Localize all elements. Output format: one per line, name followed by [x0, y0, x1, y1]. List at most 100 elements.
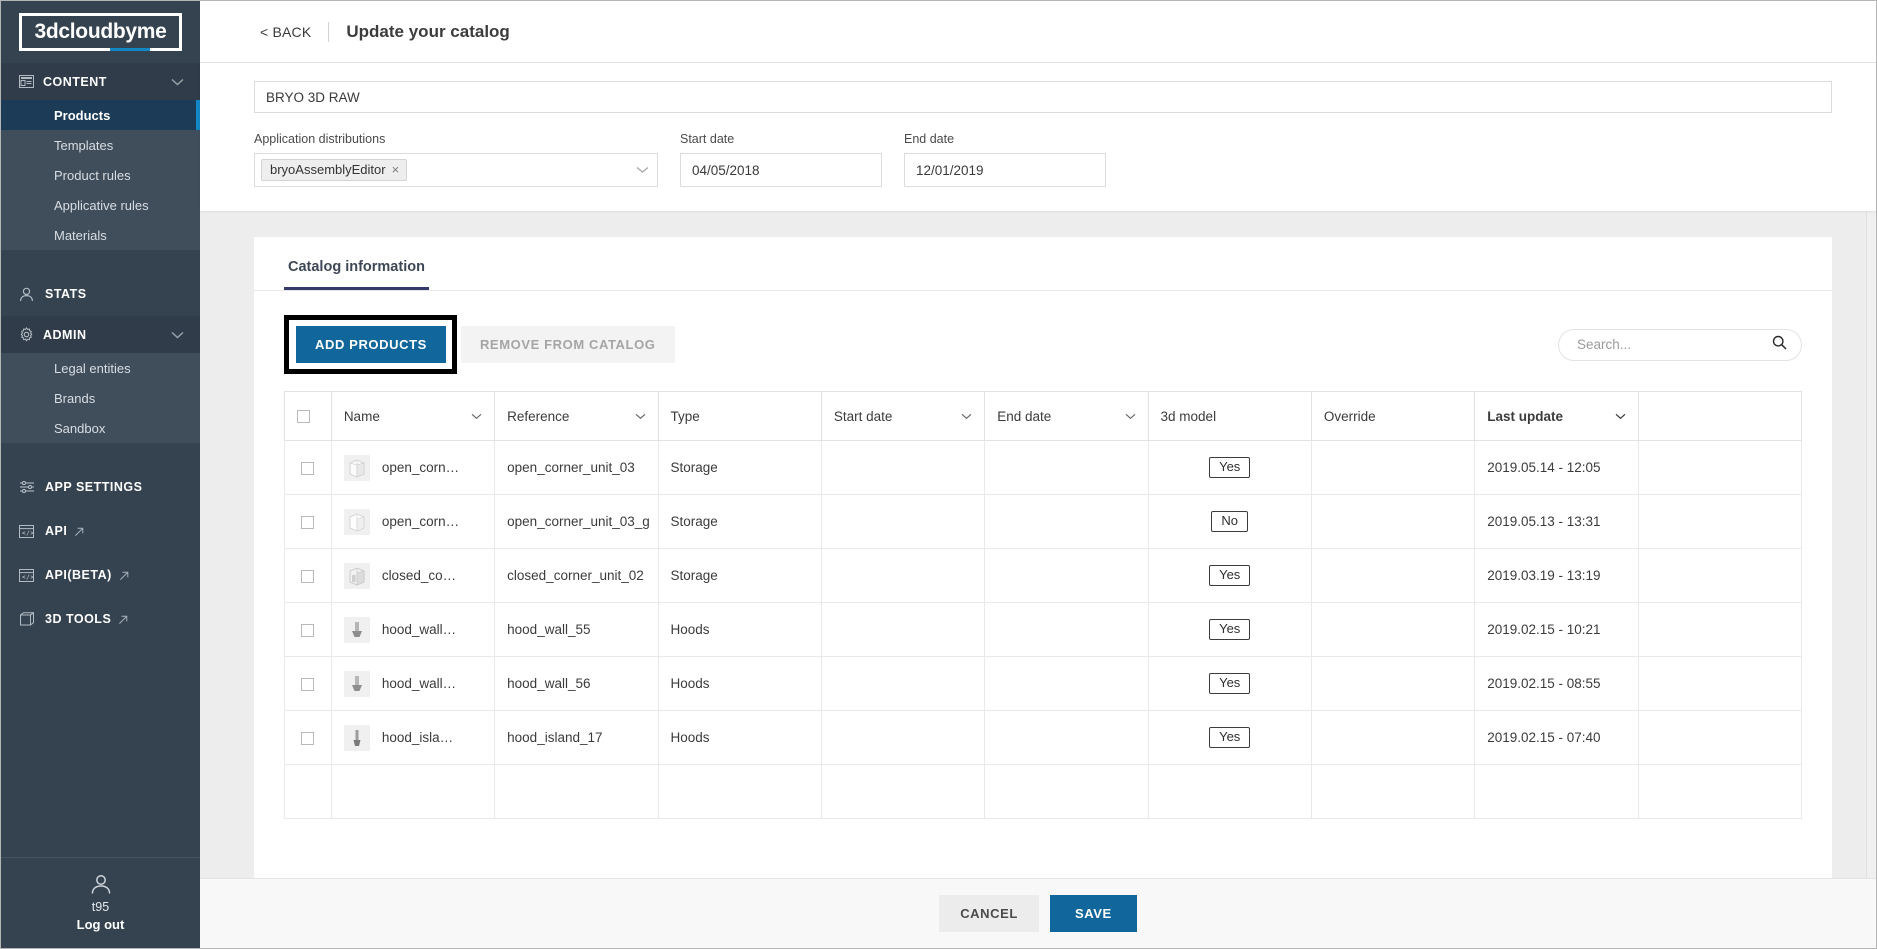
row-select-cell[interactable] — [284, 602, 332, 657]
cell-override — [1310, 602, 1476, 657]
chevron-down-icon[interactable] — [171, 78, 184, 86]
cell-actions — [1637, 602, 1803, 657]
row-checkbox[interactable] — [301, 623, 315, 637]
external-link-icon — [119, 570, 129, 581]
cell-last-update: 2019.05.13 - 13:31 — [1474, 494, 1639, 549]
chevron-down-icon[interactable] — [171, 331, 184, 339]
chevron-down-icon[interactable] — [635, 413, 646, 420]
search-icon[interactable] — [1772, 335, 1787, 355]
person-icon — [19, 287, 45, 302]
product-name: hood_wall… — [381, 676, 457, 691]
sidebar-item-brands[interactable]: Brands — [1, 383, 200, 413]
table-row[interactable]: open_corn… open_corner_unit_03_g Storage… — [284, 494, 1803, 549]
remove-from-catalog-button[interactable]: REMOVE FROM CATALOG — [460, 326, 675, 363]
sidebar-section-admin[interactable]: ADMIN — [1, 316, 200, 353]
sidebar-section-content[interactable]: CONTENT — [1, 63, 200, 100]
chevron-down-icon[interactable] — [1615, 413, 1626, 420]
row-select-cell[interactable] — [284, 656, 332, 711]
sidebar-filler — [1, 641, 200, 857]
column-header-end-date[interactable]: End date — [984, 391, 1149, 441]
catalog-form: Application distributions bryoAssemblyEd… — [200, 63, 1876, 211]
sidebar-item-stats[interactable]: STATS — [1, 272, 200, 316]
application-distributions-select[interactable]: bryoAssemblyEditor × — [254, 153, 658, 187]
sidebar-item-api-beta[interactable]: </> API(BETA) — [1, 553, 200, 597]
sidebar-item-api-label: API — [45, 524, 68, 538]
add-products-button[interactable]: ADD PRODUCTS — [296, 326, 446, 363]
sidebar-item-api-beta-label: API(BETA) — [45, 568, 112, 582]
row-checkbox[interactable] — [301, 515, 315, 529]
column-header-reference[interactable]: Reference — [494, 391, 659, 441]
row-select-cell[interactable] — [284, 494, 332, 549]
products-table-container[interactable]: Name Reference Type Start date End date … — [254, 391, 1832, 878]
chevron-down-icon[interactable] — [961, 413, 972, 420]
column-header-3d-model[interactable]: 3d model — [1147, 391, 1312, 441]
end-date-label: End date — [904, 132, 955, 146]
chevron-down-icon[interactable] — [636, 166, 649, 174]
column-header-name[interactable]: Name — [330, 391, 496, 441]
start-date-input[interactable] — [680, 153, 882, 187]
row-select-cell[interactable] — [284, 710, 332, 765]
column-header-type[interactable]: Type — [657, 391, 822, 441]
row-checkbox[interactable] — [301, 731, 315, 745]
hood-thumb — [343, 616, 370, 643]
column-header-override[interactable]: Override — [1310, 391, 1476, 441]
logout-button[interactable]: Log out — [1, 917, 200, 932]
sidebar-item-product-rules[interactable]: Product rules — [1, 160, 200, 190]
search-input[interactable] — [1577, 337, 1772, 352]
page-title: Update your catalog — [346, 21, 510, 41]
chip-bryoassemblyeditor[interactable]: bryoAssemblyEditor × — [261, 159, 408, 181]
sidebar: 3dcloudbyme CONTENT Products Templates P… — [1, 1, 200, 948]
select-all-header[interactable] — [284, 391, 332, 441]
row-checkbox[interactable] — [301, 569, 315, 583]
row-select-cell[interactable] — [284, 548, 332, 603]
catalog-name-input[interactable] — [254, 81, 1832, 113]
chevron-down-icon[interactable] — [1125, 413, 1136, 420]
cabinet-thumb — [343, 454, 370, 481]
code-window-icon: </> — [19, 568, 45, 582]
cell-name: hood_isla… — [330, 710, 496, 765]
close-icon[interactable]: × — [392, 163, 400, 176]
select-all-checkbox[interactable] — [297, 410, 310, 424]
sidebar-item-sandbox[interactable]: Sandbox — [1, 413, 200, 443]
table-row[interactable]: hood_wall… hood_wall_55 Hoods Yes 2019.0… — [284, 602, 1803, 657]
row-checkbox[interactable] — [301, 461, 315, 475]
vertical-scrollbar[interactable] — [1866, 211, 1876, 878]
sidebar-item-3d-tools[interactable]: 3D TOOLS — [1, 597, 200, 641]
back-button[interactable]: < BACK — [260, 24, 311, 40]
sidebar-item-app-settings[interactable]: APP SETTINGS — [1, 465, 200, 509]
search-box[interactable] — [1558, 328, 1802, 361]
column-label: Name — [343, 408, 380, 424]
table-row-partial[interactable] — [284, 764, 1803, 819]
sidebar-item-products[interactable]: Products — [1, 100, 200, 130]
start-date-label: Start date — [680, 132, 735, 146]
status-badge: No — [1211, 510, 1249, 533]
save-button[interactable]: SAVE — [1049, 895, 1137, 932]
app-window: 3dcloudbyme CONTENT Products Templates P… — [0, 0, 1877, 949]
content-region: Catalog information ADD PRODUCTS REMOVE … — [200, 211, 1876, 878]
sidebar-item-legal-entities[interactable]: Legal entities — [1, 353, 200, 383]
end-date-input[interactable] — [904, 153, 1106, 187]
column-header-start-date[interactable]: Start date — [820, 391, 986, 441]
sidebar-item-api[interactable]: </> API — [1, 509, 200, 553]
sidebar-item-materials[interactable]: Materials — [1, 220, 200, 250]
cell-last-update — [1474, 764, 1639, 819]
products-table: Name Reference Type Start date End date … — [284, 391, 1803, 819]
row-select-cell[interactable] — [284, 764, 332, 819]
table-row[interactable]: hood_wall… hood_wall_56 Hoods Yes 2019.0… — [284, 656, 1803, 711]
row-select-cell[interactable] — [284, 440, 332, 495]
sidebar-item-applicative-rules[interactable]: Applicative rules — [1, 190, 200, 220]
cell-override — [1310, 656, 1476, 711]
column-header-last-update[interactable]: Last update — [1474, 391, 1639, 441]
table-row[interactable]: open_corn… open_corner_unit_03 Storage Y… — [284, 440, 1803, 495]
table-row[interactable]: hood_isla… hood_island_17 Hoods Yes 2019… — [284, 710, 1803, 765]
cell-3d-model: Yes — [1147, 440, 1312, 495]
column-label: Override — [1323, 408, 1376, 424]
chevron-down-icon[interactable] — [471, 413, 482, 420]
tab-catalog-information[interactable]: Catalog information — [284, 237, 429, 290]
row-checkbox[interactable] — [301, 677, 315, 691]
cancel-button[interactable]: CANCEL — [939, 895, 1039, 932]
sidebar-item-templates[interactable]: Templates — [1, 130, 200, 160]
table-row[interactable]: closed_co… closed_corner_unit_02 Storage… — [284, 548, 1803, 603]
sidebar-item-label: Templates — [54, 137, 114, 153]
logo[interactable]: 3dcloudbyme — [1, 1, 200, 63]
